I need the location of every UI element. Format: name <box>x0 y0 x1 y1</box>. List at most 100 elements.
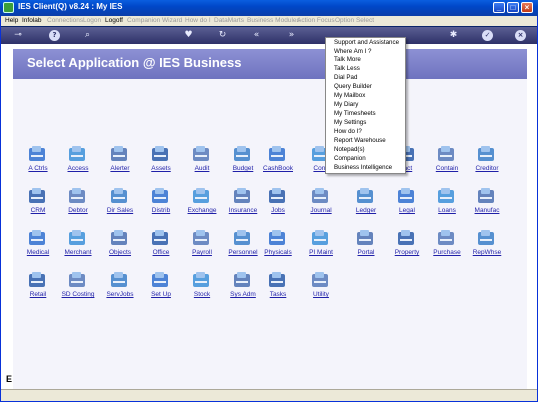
audit-icon <box>191 144 212 164</box>
toolbar: ⊸ ? ⌕ ♥ ↻ « » ✱ ✓ × <box>1 27 537 44</box>
menu-item-companion[interactable]: Companion <box>334 155 366 163</box>
menu-action-focus[interactable]: Action Focus <box>297 16 335 26</box>
tasks-icon <box>267 270 288 290</box>
legal-icon <box>396 186 417 206</box>
office-icon <box>150 228 171 248</box>
app-utility[interactable]: Utility <box>295 270 347 306</box>
menu-item-report-warehouse[interactable]: Report Warehouse <box>334 137 386 145</box>
window-title: IES Client(Q) v8.24 : My IES <box>18 2 123 11</box>
property-icon <box>396 228 417 248</box>
menu-option-select[interactable]: Option Select <box>335 16 374 26</box>
distrib-icon <box>150 186 171 206</box>
menu-wizard[interactable]: Wizard <box>162 16 182 26</box>
menu-help[interactable]: Help <box>5 16 18 26</box>
access-icon <box>67 144 88 164</box>
sd-costing-icon <box>67 270 88 290</box>
menu-item-support[interactable]: Support and Assistance <box>334 39 399 47</box>
cashbook-icon <box>267 144 288 164</box>
help-icon[interactable]: ? <box>49 30 60 41</box>
exchange-icon <box>191 186 212 206</box>
manufac-icon <box>476 186 497 206</box>
how-do-i-dropdown: Support and Assistance Where Am I ? Talk… <box>325 37 406 174</box>
utility-icon <box>310 270 331 290</box>
menu-item-dial-pad[interactable]: Dial Pad <box>334 74 357 82</box>
menu-bar: Help Infolab Connections Logon Logoff Co… <box>1 16 537 26</box>
menu-connections[interactable]: Connections <box>47 16 83 26</box>
app-manufac[interactable]: Manufac <box>461 186 513 222</box>
menu-item-query-builder[interactable]: Query Builder <box>334 83 372 91</box>
menu-item-notepads[interactable]: Notepad(s) <box>334 146 365 154</box>
portal-icon <box>355 228 376 248</box>
app-creditor[interactable]: Creditor <box>461 144 513 180</box>
minimize-button[interactable]: _ <box>493 2 505 13</box>
menu-item-talk-more[interactable]: Talk More <box>334 56 361 64</box>
repwhse-icon <box>476 228 497 248</box>
menu-item-my-diary[interactable]: My Diary <box>334 101 358 109</box>
menu-companion[interactable]: Companion <box>127 16 160 26</box>
sys-adm-icon <box>232 270 253 290</box>
menu-item-my-mailbox[interactable]: My Mailbox <box>334 92 365 100</box>
status-bar <box>1 389 537 401</box>
search-icon[interactable]: ⌕ <box>82 30 93 41</box>
budget-icon <box>232 144 253 164</box>
banner: Select Application @ IES Business <box>13 49 527 79</box>
dir-sales-icon <box>109 186 130 206</box>
rewind-icon[interactable]: « <box>251 30 262 41</box>
menu-item-where-am-i[interactable]: Where Am I ? <box>334 48 371 56</box>
banner-title: Select Application @ IES Business <box>27 55 242 70</box>
insurance-icon <box>232 186 253 206</box>
app-label: Creditor <box>475 165 499 172</box>
menu-item-how-do-i[interactable]: How do I? <box>334 128 362 136</box>
favorite-heart-icon[interactable]: ♥ <box>183 30 194 41</box>
debtor-icon <box>67 186 88 206</box>
set-up-icon <box>150 270 171 290</box>
app-repwhse[interactable]: RepWhse <box>461 228 513 264</box>
left-strip <box>1 44 12 389</box>
journal-icon <box>310 186 331 206</box>
menu-logon[interactable]: Logon <box>83 16 101 26</box>
menu-datamarts[interactable]: DataMarts <box>214 16 244 26</box>
ok-icon[interactable]: ✓ <box>482 30 493 41</box>
refresh-icon[interactable]: ↻ <box>217 30 228 41</box>
creditor-icon <box>476 144 497 164</box>
alerter-icon <box>109 144 130 164</box>
app-label: Manufac <box>474 207 500 214</box>
menu-item-business-intelligence[interactable]: Business Intelligence <box>334 164 392 172</box>
cancel-icon[interactable]: × <box>515 30 526 41</box>
app-logo-icon <box>3 2 14 13</box>
pi-maint-icon <box>310 228 331 248</box>
menu-item-my-settings[interactable]: My Settings <box>334 119 366 127</box>
assets-icon <box>150 144 171 164</box>
app-label: Utility <box>313 291 329 298</box>
menu-business-modules[interactable]: Business Modules <box>247 16 300 26</box>
stock-icon <box>191 270 212 290</box>
close-button[interactable]: × <box>521 2 533 13</box>
ledger-icon <box>355 186 376 206</box>
key-icon[interactable]: ⊸ <box>9 30 27 41</box>
loans-icon <box>436 186 457 206</box>
contain-icon <box>436 144 457 164</box>
retail-icon <box>27 270 48 290</box>
servjobs-icon <box>109 270 130 290</box>
menu-item-talk-less[interactable]: Talk Less <box>334 65 360 73</box>
app-label: RepWhse <box>472 249 502 256</box>
settings-icon[interactable]: ✱ <box>448 30 459 41</box>
objects-icon <box>109 228 130 248</box>
a-ctrls-icon <box>27 144 48 164</box>
jobs-icon <box>267 186 288 206</box>
merchant-icon <box>67 228 88 248</box>
maximize-button[interactable]: □ <box>507 2 519 13</box>
menu-item-my-timesheets[interactable]: My Timesheets <box>334 110 376 118</box>
title-bar: IES Client(Q) v8.24 : My IES _ □ × <box>0 0 538 16</box>
forward-icon[interactable]: » <box>286 30 297 41</box>
menu-logoff[interactable]: Logoff <box>105 16 123 26</box>
side-letter: E <box>6 374 13 384</box>
purchase-icon <box>436 228 457 248</box>
menu-how-do-i[interactable]: How do I <box>185 16 211 26</box>
crm-icon <box>27 186 48 206</box>
medical-icon <box>27 228 48 248</box>
personnel-icon <box>232 228 253 248</box>
physicals-icon <box>267 228 288 248</box>
menu-infolab[interactable]: Infolab <box>22 16 42 26</box>
payroll-icon <box>191 228 212 248</box>
